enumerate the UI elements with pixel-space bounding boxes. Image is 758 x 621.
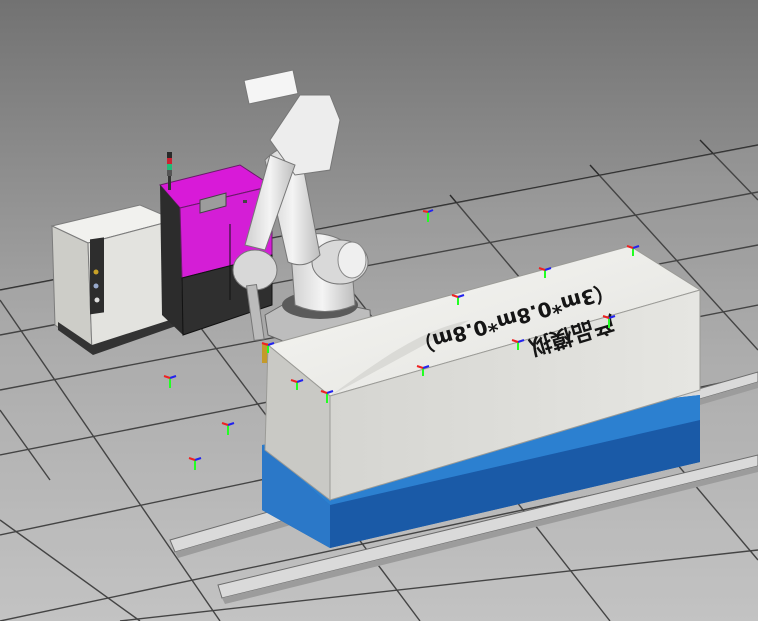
3d-viewport[interactable]: 产品模拟 （3m*0.8m*0.8m） (0, 0, 758, 621)
scene-canvas[interactable]: 产品模拟 （3m*0.8m*0.8m） (0, 0, 758, 621)
